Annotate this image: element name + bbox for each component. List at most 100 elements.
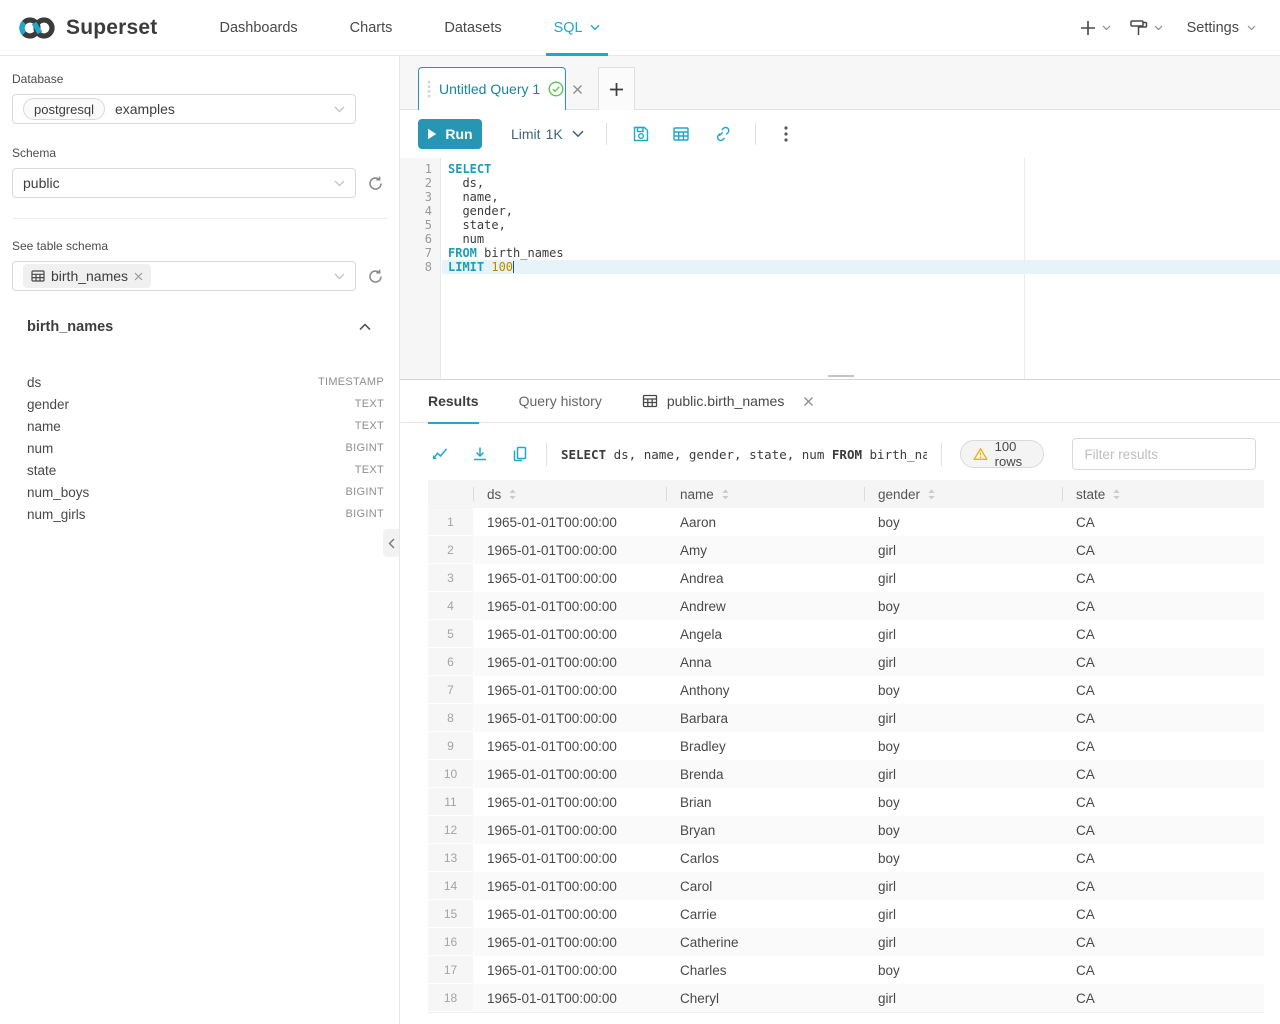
line-number: 1 [400,162,440,176]
selected-table-name: birth_names [51,268,128,284]
copy-link-button[interactable] [701,119,741,149]
table-row: 131965-01-01T00:00:00CarlosboyCA [428,844,1264,872]
table-cell: CA [1062,928,1262,956]
brand-name: Superset [66,16,157,40]
resize-editor-handle[interactable] [828,373,854,380]
table-cell: girl [864,872,1062,900]
collapse-sidebar-handle[interactable] [383,529,399,557]
code-line[interactable]: LIMIT 100 [442,260,1280,274]
row-number: 9 [428,732,473,760]
table-row: 101965-01-01T00:00:00BrendagirlCA [428,760,1264,788]
chevron-up-icon[interactable] [359,323,371,331]
code-line[interactable]: FROM birth_names [442,246,1280,260]
row-number: 3 [428,564,473,592]
table-cell: CA [1062,648,1262,676]
drag-handle-icon[interactable] [427,80,431,98]
query-tabstrip: Untitled Query 1 [400,56,1280,110]
code-line[interactable]: name, [442,190,1280,204]
schema-column-row: numBIGINT [27,437,384,459]
table-cell: CA [1062,900,1262,928]
executed-sql-preview[interactable]: SELECT ds, name, gender, state, num FROM… [561,447,927,462]
table-cell: 1965-01-01T00:00:00 [473,816,666,844]
divider [941,442,942,466]
chevron-down-icon [334,273,345,280]
table-cell: Andrew [666,592,864,620]
schema-column-row: num_boysBIGINT [27,481,384,503]
query-tab[interactable]: Untitled Query 1 [418,67,566,110]
sql-code-area[interactable]: SELECT ds, name, gender, state, numFROM … [442,158,1280,379]
row-number: 12 [428,816,473,844]
limit-dropdown[interactable]: Limit 1K [511,126,584,142]
tab-query-history[interactable]: Query history [519,380,602,423]
schema-select[interactable]: public [12,168,356,198]
column-header-ds[interactable]: ds [473,480,666,508]
table-row: 161965-01-01T00:00:00CatherinegirlCA [428,928,1264,956]
navbar: Superset Dashboards Charts Datasets SQL [0,0,1280,56]
nav-datasets[interactable]: Datasets [432,0,513,56]
language-picker[interactable] [1125,14,1167,41]
database-select[interactable]: postgresql examples [12,94,356,124]
column-name: name [27,419,61,434]
table-select[interactable]: birth_names [12,261,356,291]
table-cell: boy [864,592,1062,620]
sql-editor[interactable]: 12345678 SELECT ds, name, gender, state,… [400,158,1280,380]
code-line[interactable]: ds, [442,176,1280,190]
close-tab-icon[interactable] [572,84,583,95]
table-row: 141965-01-01T00:00:00CarolgirlCA [428,872,1264,900]
chevron-down-icon [572,130,584,138]
code-line[interactable]: SELECT [442,162,1280,176]
database-dialect-pill: postgresql [23,98,105,120]
create-table-as-button[interactable] [661,119,701,149]
column-header-gender[interactable]: gender [864,480,1062,508]
table-cell: CA [1062,676,1262,704]
table-row: 31965-01-01T00:00:00AndreagirlCA [428,564,1264,592]
refresh-tables-icon[interactable] [367,268,384,285]
remove-table-icon[interactable] [134,272,143,281]
nav-sql[interactable]: SQL [542,0,612,56]
copy-results-icon[interactable] [508,442,532,466]
code-line[interactable]: num [442,232,1280,246]
table-cell: 1965-01-01T00:00:00 [473,900,666,928]
table-picker-label: See table schema [12,239,389,253]
table-cell: 1965-01-01T00:00:00 [473,648,666,676]
save-query-button[interactable] [621,119,661,149]
row-number: 10 [428,760,473,788]
divider [12,218,387,219]
table-grid-icon [642,393,658,409]
download-csv-icon[interactable] [468,442,492,466]
more-actions-kebab-icon[interactable] [766,119,806,149]
explore-chart-icon[interactable] [428,442,452,466]
run-button[interactable]: Run [418,119,482,149]
code-line[interactable]: gender, [442,204,1280,218]
column-name: state [27,463,56,478]
table-row: 51965-01-01T00:00:00AngelagirlCA [428,620,1264,648]
settings-menu[interactable]: Settings [1187,20,1256,36]
table-cell: Angela [666,620,864,648]
new-item-menu[interactable] [1076,16,1115,40]
nav-dashboards[interactable]: Dashboards [207,0,309,56]
column-type: TEXT [355,420,384,432]
row-number: 18 [428,984,473,1012]
row-count-badge[interactable]: 100 rows [960,440,1045,468]
row-number: 5 [428,620,473,648]
superset-logo[interactable]: Superset [16,13,157,43]
new-query-tab-button[interactable] [598,67,635,110]
code-line[interactable]: state, [442,218,1280,232]
refresh-schemas-icon[interactable] [367,175,384,192]
table-schema-header[interactable]: birth_names [12,319,387,335]
table-cell: boy [864,732,1062,760]
table-cell: Bryan [666,816,864,844]
close-dataset-tab-icon[interactable] [803,396,814,407]
tab-dataset-preview[interactable]: public.birth_names [642,380,815,423]
tab-results[interactable]: Results [428,380,479,423]
column-name: ds [27,375,41,390]
nav-charts[interactable]: Charts [338,0,405,56]
table-cell: CA [1062,564,1262,592]
filter-results-input[interactable] [1072,438,1256,470]
query-tab-title: Untitled Query 1 [439,81,540,97]
column-header-state[interactable]: state [1062,480,1262,508]
query-success-check-icon [548,81,564,97]
table-cell: CA [1062,844,1262,872]
column-header-name[interactable]: name [666,480,864,508]
schema-label: Schema [12,146,389,160]
